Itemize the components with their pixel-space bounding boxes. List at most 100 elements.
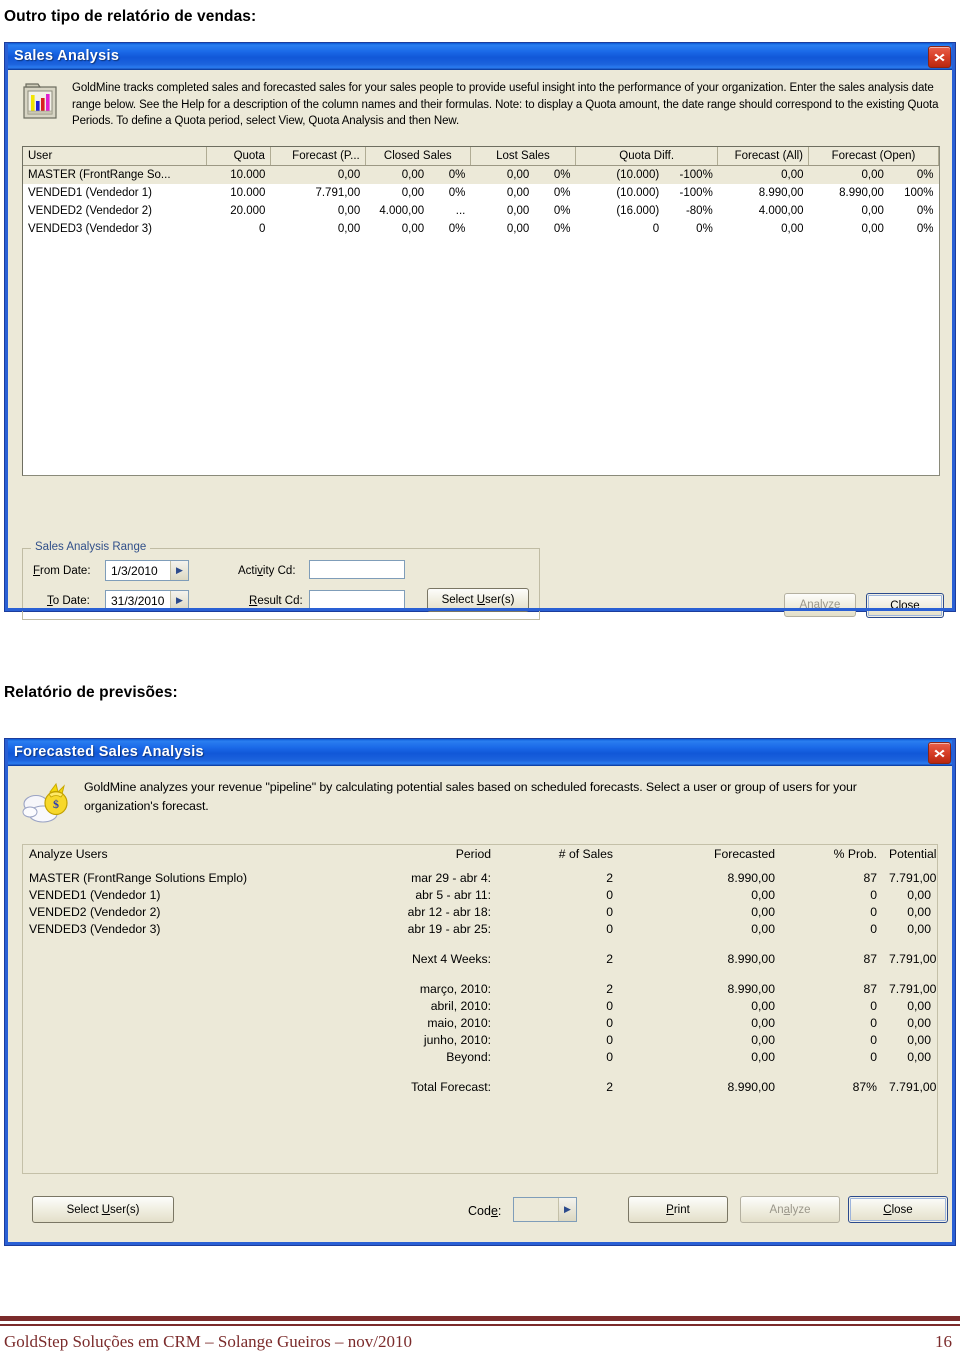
prob: 87 xyxy=(863,951,877,966)
col-quota-diff[interactable]: Quota Diff. xyxy=(575,147,719,166)
sales-analysis-titlebar: Sales Analysis xyxy=(5,43,955,70)
prob: 0 xyxy=(870,921,877,936)
close-button[interactable]: Close xyxy=(866,593,944,618)
cell-quota: 10.000 xyxy=(206,165,271,184)
num-sales: 0 xyxy=(606,921,613,936)
col-prob: % Prob. xyxy=(833,847,877,861)
cell-quota-diff: (16.000) xyxy=(616,205,660,217)
table-row[interactable]: VENDED3 (Vendedor 3) 0 0,00 0,00 0% 0,00… xyxy=(23,220,939,238)
result-cd-label: Result Cd: xyxy=(249,595,303,607)
to-date-combo[interactable]: 31/3/2010 ▶ xyxy=(105,590,189,611)
chevron-right-icon[interactable]: ▶ xyxy=(170,561,188,580)
print-button[interactable]: Print xyxy=(628,1196,728,1223)
chevron-right-icon[interactable]: ▶ xyxy=(558,1198,576,1221)
total-num-sales: 2 xyxy=(606,1079,613,1094)
user-item[interactable]: VENDED2 (Vendedor 2) xyxy=(23,903,335,920)
forecasted: 0,00 xyxy=(751,998,775,1013)
select-users-label: Select User(s) xyxy=(66,1203,140,1216)
cell-forecast-open: 0,00 xyxy=(861,223,884,235)
col-user[interactable]: User xyxy=(23,147,207,166)
sales-analysis-description: GoldMine tracks completed sales and fore… xyxy=(72,82,939,128)
result-cd-input[interactable] xyxy=(309,590,405,609)
analyze-button[interactable]: Analyze xyxy=(784,593,856,617)
col-period: Period xyxy=(455,847,491,861)
forecast-row[interactable]: VENDED3 (Vendedor 3) abr 19 - abr 25: 0 … xyxy=(23,920,937,937)
empty-cell xyxy=(23,1031,335,1048)
forecast-row[interactable]: MASTER (FrontRange Solutions Emplo) mar … xyxy=(23,869,937,886)
from-date-combo[interactable]: 1/3/2010 ▶ xyxy=(105,560,189,581)
cell-forecast-open: 0,00 xyxy=(808,165,889,184)
code-label: Code: xyxy=(468,1204,502,1218)
bar-chart-icon xyxy=(22,82,58,130)
table-header-row: User Quota Forecast (P... Closed Sales L… xyxy=(23,147,939,166)
col-forecast-all[interactable]: Forecast (All) xyxy=(717,147,810,166)
col-lost-sales[interactable]: Lost Sales xyxy=(470,147,577,166)
table-row[interactable]: MASTER (FrontRange So... 10.000 0,00 0,0… xyxy=(23,165,939,184)
period-label: abr 5 - abr 11: xyxy=(415,887,491,902)
forecast-row-next4: Next 4 Weeks: 2 8.990,00 87 7.791,00 xyxy=(23,950,937,967)
prob: 0 xyxy=(870,904,877,919)
chevron-right-icon[interactable]: ▶ xyxy=(170,591,188,610)
prob: 0 xyxy=(870,887,877,902)
footer-rule-thick xyxy=(0,1316,960,1321)
user-item[interactable]: MASTER (FrontRange Solutions Emplo) xyxy=(23,869,335,886)
cell-closed-pct: ... xyxy=(455,205,466,217)
sales-analysis-grid[interactable]: User Quota Forecast (P... Closed Sales L… xyxy=(22,146,940,476)
forecast-row-month: março, 2010: 2 8.990,00 87 7.791,00 xyxy=(23,980,937,997)
forecast-select-users-button[interactable]: Select User(s) xyxy=(32,1196,174,1223)
forecast-close-button[interactable]: Close xyxy=(848,1196,948,1223)
cell-forecast-all: 4.000,00 xyxy=(758,205,804,217)
empty-cell xyxy=(23,1078,335,1095)
to-date-label: To Date: xyxy=(47,595,90,607)
activity-cd-input[interactable] xyxy=(309,560,405,579)
empty-cell xyxy=(23,1014,335,1031)
total-prob: 87% xyxy=(852,1079,877,1094)
user-item[interactable]: VENDED1 (Vendedor 1) xyxy=(23,886,335,903)
num-sales: 0 xyxy=(606,998,613,1013)
page-number: 16 xyxy=(935,1332,952,1351)
code-combo[interactable]: ▶ xyxy=(513,1197,577,1222)
cell-forecast-open: 8.990,00 xyxy=(839,187,884,199)
col-forecast-open[interactable]: Forecast (Open) xyxy=(808,147,939,166)
from-date-label: From Date: xyxy=(33,565,91,577)
empty-cell xyxy=(23,950,335,967)
close-label: Close xyxy=(890,599,920,612)
forecasted: 0,00 xyxy=(751,904,775,919)
cell-lost-pct: 0% xyxy=(553,205,571,217)
close-icon[interactable] xyxy=(928,742,951,764)
prob: 87 xyxy=(863,870,877,885)
cell-closed-sales: 0,00 xyxy=(401,187,425,199)
col-quota[interactable]: Quota xyxy=(206,147,271,166)
cell-forecast-all: 0,00 xyxy=(717,165,809,184)
potential: 0,00 xyxy=(907,887,931,902)
cell-forecast-open-pct: 100% xyxy=(904,187,934,199)
col-closed-sales[interactable]: Closed Sales xyxy=(365,147,471,166)
sales-analysis-banner: GoldMine tracks completed sales and fore… xyxy=(8,70,952,136)
col-forecast-p[interactable]: Forecast (P... xyxy=(270,147,366,166)
forecasted: 0,00 xyxy=(751,1015,775,1030)
num-sales: 0 xyxy=(606,887,613,902)
forecast-header-row: Analyze Users Period # of Sales Forecast… xyxy=(23,845,937,869)
select-users-button[interactable]: Select User(s) xyxy=(427,588,529,612)
num-sales: 2 xyxy=(606,981,613,996)
cell-user: MASTER (FrontRange So... xyxy=(23,165,207,184)
cell-user: VENDED2 (Vendedor 2) xyxy=(28,205,153,217)
period-label: abril, 2010: xyxy=(430,998,491,1013)
row-spacer xyxy=(23,937,937,950)
forecast-row[interactable]: VENDED1 (Vendedor 1) abr 5 - abr 11: 0 0… xyxy=(23,886,937,903)
forecast-titlebar: Forecasted Sales Analysis xyxy=(5,739,955,766)
cell-closed-sales: 0,00 xyxy=(365,165,430,184)
forecast-analyze-button[interactable]: Analyze xyxy=(740,1196,840,1223)
prob: 0 xyxy=(870,1049,877,1064)
empty-cell xyxy=(23,980,335,997)
user-item[interactable]: VENDED3 (Vendedor 3) xyxy=(23,920,335,937)
period-label: Beyond: xyxy=(446,1049,491,1064)
potential: 0,00 xyxy=(907,1032,931,1047)
forecasted-sales-analysis-dialog: Forecasted Sales Analysis $ GoldMine ana… xyxy=(4,738,956,1246)
table-row[interactable]: VENDED1 (Vendedor 1) 10.000 7.791,00 0,0… xyxy=(23,184,939,202)
forecast-table: Analyze Users Period # of Sales Forecast… xyxy=(23,845,937,1095)
cell-lost-pct: 0% xyxy=(553,223,571,235)
close-icon[interactable] xyxy=(928,46,951,68)
table-row[interactable]: VENDED2 (Vendedor 2) 20.000 0,00 4.000,0… xyxy=(23,202,939,220)
forecast-row[interactable]: VENDED2 (Vendedor 2) abr 12 - abr 18: 0 … xyxy=(23,903,937,920)
